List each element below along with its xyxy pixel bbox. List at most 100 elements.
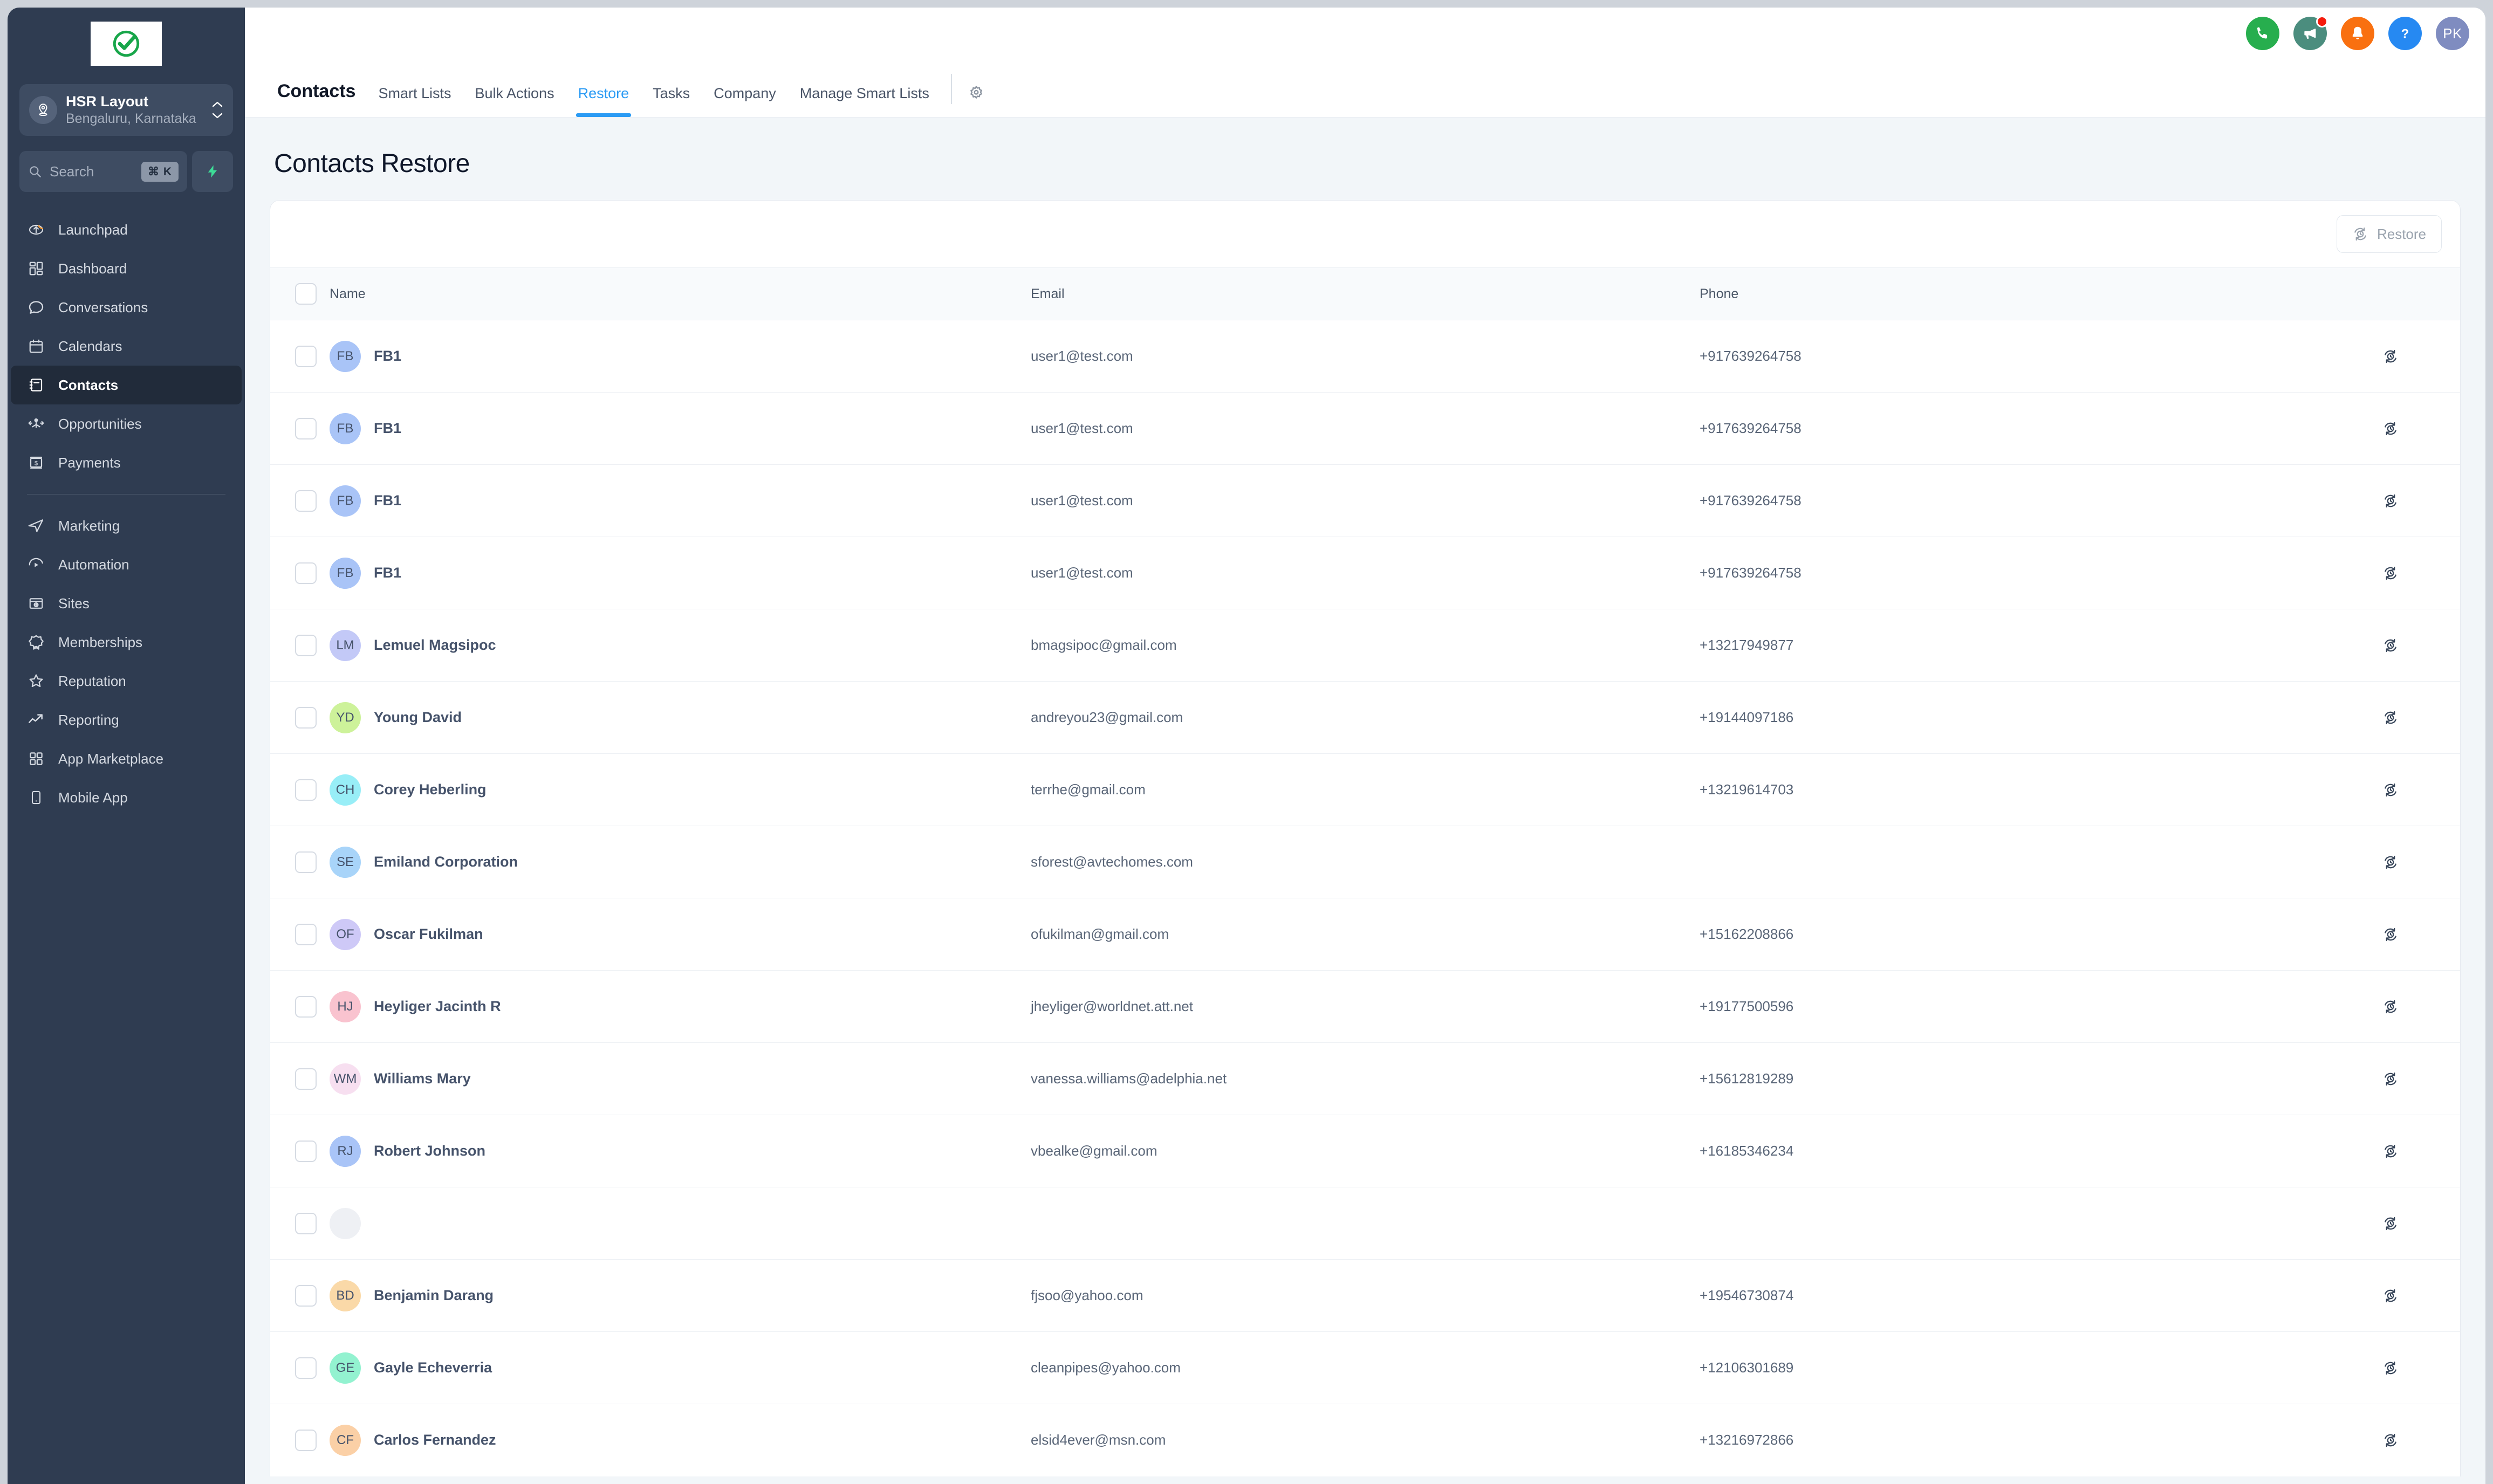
sidebar-item-mobile-app[interactable]: Mobile App xyxy=(8,778,245,817)
table-row[interactable]: RJRobert Johnsonvbealke@gmail.com+161853… xyxy=(270,1115,2460,1187)
row-restore-button[interactable] xyxy=(2379,854,2460,870)
row-checkbox[interactable] xyxy=(295,635,317,656)
sidebar-item-launchpad[interactable]: Launchpad xyxy=(8,210,245,249)
sidebar-item-dashboard[interactable]: Dashboard xyxy=(8,249,245,288)
row-email-cell: jheyliger@worldnet.att.net xyxy=(1031,971,1700,1043)
avatar[interactable]: PK xyxy=(2436,17,2469,50)
column-header-email[interactable]: Email xyxy=(1031,268,1700,320)
sidebar-item-sites[interactable]: Sites xyxy=(8,584,245,623)
quick-actions-button[interactable] xyxy=(192,151,233,192)
row-restore-button[interactable] xyxy=(2379,1288,2460,1304)
row-restore-button[interactable] xyxy=(2379,782,2460,798)
row-checkbox[interactable] xyxy=(295,1141,317,1162)
row-restore-button[interactable] xyxy=(2379,999,2460,1015)
contact-name: Heyliger Jacinth R xyxy=(374,998,501,1015)
table-row[interactable]: GEGayle Echeverriacleanpipes@yahoo.com+1… xyxy=(270,1332,2460,1404)
contacts-book-icon xyxy=(27,376,45,394)
row-name-cell: CFCarlos Fernandez xyxy=(330,1404,1031,1476)
row-restore-button[interactable] xyxy=(2379,710,2460,726)
row-action-cell xyxy=(2379,393,2460,465)
tab-manage-smart-lists[interactable]: Manage Smart Lists xyxy=(788,85,941,117)
table-row[interactable]: LMLemuel Magsipocbmagsipoc@gmail.com+132… xyxy=(270,609,2460,682)
row-restore-button[interactable] xyxy=(2379,348,2460,365)
contact-phone: +13219614703 xyxy=(1700,781,1793,798)
table-row[interactable]: CHCorey Heberlingterrhe@gmail.com+132196… xyxy=(270,754,2460,826)
sidebar-item-marketing[interactable]: Marketing xyxy=(8,506,245,545)
table-row[interactable]: HJHeyliger Jacinth Rjheyliger@worldnet.a… xyxy=(270,971,2460,1043)
contact-email: fjsoo@yahoo.com xyxy=(1031,1287,1143,1303)
row-restore-button[interactable] xyxy=(2379,565,2460,581)
row-checkbox[interactable] xyxy=(295,490,317,512)
row-phone-cell: +917639264758 xyxy=(1700,465,2379,537)
tab-company[interactable]: Company xyxy=(702,85,788,117)
row-action-cell xyxy=(2379,1260,2460,1332)
sidebar-item-payments[interactable]: $ Payments xyxy=(8,443,245,482)
table-row[interactable]: OFOscar Fukilmanofukilman@gmail.com+1516… xyxy=(270,898,2460,971)
sidebar-item-contacts[interactable]: Contacts xyxy=(11,366,242,404)
table-row[interactable]: FBFB1user1@test.com+917639264758 xyxy=(270,537,2460,609)
table-row[interactable]: FBFB1user1@test.com+917639264758 xyxy=(270,393,2460,465)
megaphone-icon[interactable] xyxy=(2293,17,2327,50)
row-checkbox[interactable] xyxy=(295,346,317,367)
chevron-up-down-icon[interactable] xyxy=(211,101,223,119)
table-row[interactable]: SEEmiland Corporationsforest@avtechomes.… xyxy=(270,826,2460,898)
table-row[interactable]: WMWilliams Maryvanessa.williams@adelphia… xyxy=(270,1043,2460,1115)
phone-icon[interactable] xyxy=(2246,17,2279,50)
tab-bulk-actions[interactable]: Bulk Actions xyxy=(463,85,566,117)
table-row[interactable]: CFCarlos Fernandezelsid4ever@msn.com+132… xyxy=(270,1404,2460,1476)
sidebar-item-calendars[interactable]: Calendars xyxy=(8,327,245,366)
sidebar-item-conversations[interactable]: Conversations xyxy=(8,288,245,327)
tab-restore[interactable]: Restore xyxy=(566,85,641,117)
sidebar-item-reporting[interactable]: Reporting xyxy=(8,700,245,739)
notifications-bell-icon[interactable] xyxy=(2341,17,2374,50)
settings-button[interactable] xyxy=(962,85,997,117)
table-row[interactable]: FBFB1user1@test.com+917639264758 xyxy=(270,465,2460,537)
table-row[interactable]: FBFB1user1@test.com+917639264758 xyxy=(270,320,2460,393)
select-all-checkbox[interactable] xyxy=(295,283,317,305)
row-restore-button[interactable] xyxy=(2379,421,2460,437)
sidebar-item-app-marketplace[interactable]: App Marketplace xyxy=(8,739,245,778)
row-restore-button[interactable] xyxy=(2379,493,2460,509)
sidebar-item-reputation[interactable]: Reputation xyxy=(8,662,245,700)
row-checkbox[interactable] xyxy=(295,1213,317,1234)
sidebar-item-opportunities[interactable]: Opportunities xyxy=(8,404,245,443)
location-switcher[interactable]: HSR Layout Bengaluru, Karnataka xyxy=(19,84,233,136)
search-icon xyxy=(28,164,42,178)
sidebar-item-automation[interactable]: Automation xyxy=(8,545,245,584)
search-input[interactable]: Search ⌘ K xyxy=(19,151,187,192)
restore-button[interactable]: Restore xyxy=(2337,215,2442,253)
row-checkbox[interactable] xyxy=(295,1068,317,1090)
row-checkbox[interactable] xyxy=(295,1357,317,1379)
trend-up-icon xyxy=(27,711,45,729)
row-restore-button[interactable] xyxy=(2379,1143,2460,1159)
row-checkbox[interactable] xyxy=(295,996,317,1018)
row-checkbox[interactable] xyxy=(295,1430,317,1451)
table-row[interactable]: YDYoung Davidandreyou23@gmail.com+191440… xyxy=(270,682,2460,754)
row-checkbox[interactable] xyxy=(295,418,317,439)
row-checkbox[interactable] xyxy=(295,779,317,801)
tab-tasks[interactable]: Tasks xyxy=(641,85,702,117)
row-restore-button[interactable] xyxy=(2379,1215,2460,1232)
row-name-cell: GEGayle Echeverria xyxy=(330,1332,1031,1404)
table-row[interactable]: BDBenjamin Darangfjsoo@yahoo.com+1954673… xyxy=(270,1260,2460,1332)
row-restore-button[interactable] xyxy=(2379,926,2460,943)
row-phone-cell xyxy=(1700,1187,2379,1260)
row-restore-button[interactable] xyxy=(2379,1432,2460,1448)
row-checkbox[interactable] xyxy=(295,562,317,584)
help-icon[interactable]: ? xyxy=(2388,17,2422,50)
row-checkbox[interactable] xyxy=(295,924,317,945)
row-restore-button[interactable] xyxy=(2379,1360,2460,1376)
sidebar-item-memberships[interactable]: Memberships xyxy=(8,623,245,662)
row-restore-button[interactable] xyxy=(2379,1071,2460,1087)
row-checkbox[interactable] xyxy=(295,851,317,873)
table-row[interactable] xyxy=(270,1187,2460,1260)
tab-smart-lists[interactable]: Smart Lists xyxy=(366,85,463,117)
row-name-cell: BDBenjamin Darang xyxy=(330,1260,1031,1332)
green-check-circle-logo xyxy=(111,28,142,59)
column-header-phone[interactable]: Phone xyxy=(1700,268,2379,320)
row-checkbox[interactable] xyxy=(295,707,317,729)
column-header-name[interactable]: Name xyxy=(330,268,1031,320)
page-section-title: Contacts xyxy=(261,81,366,117)
row-restore-button[interactable] xyxy=(2379,637,2460,654)
row-checkbox[interactable] xyxy=(295,1285,317,1307)
